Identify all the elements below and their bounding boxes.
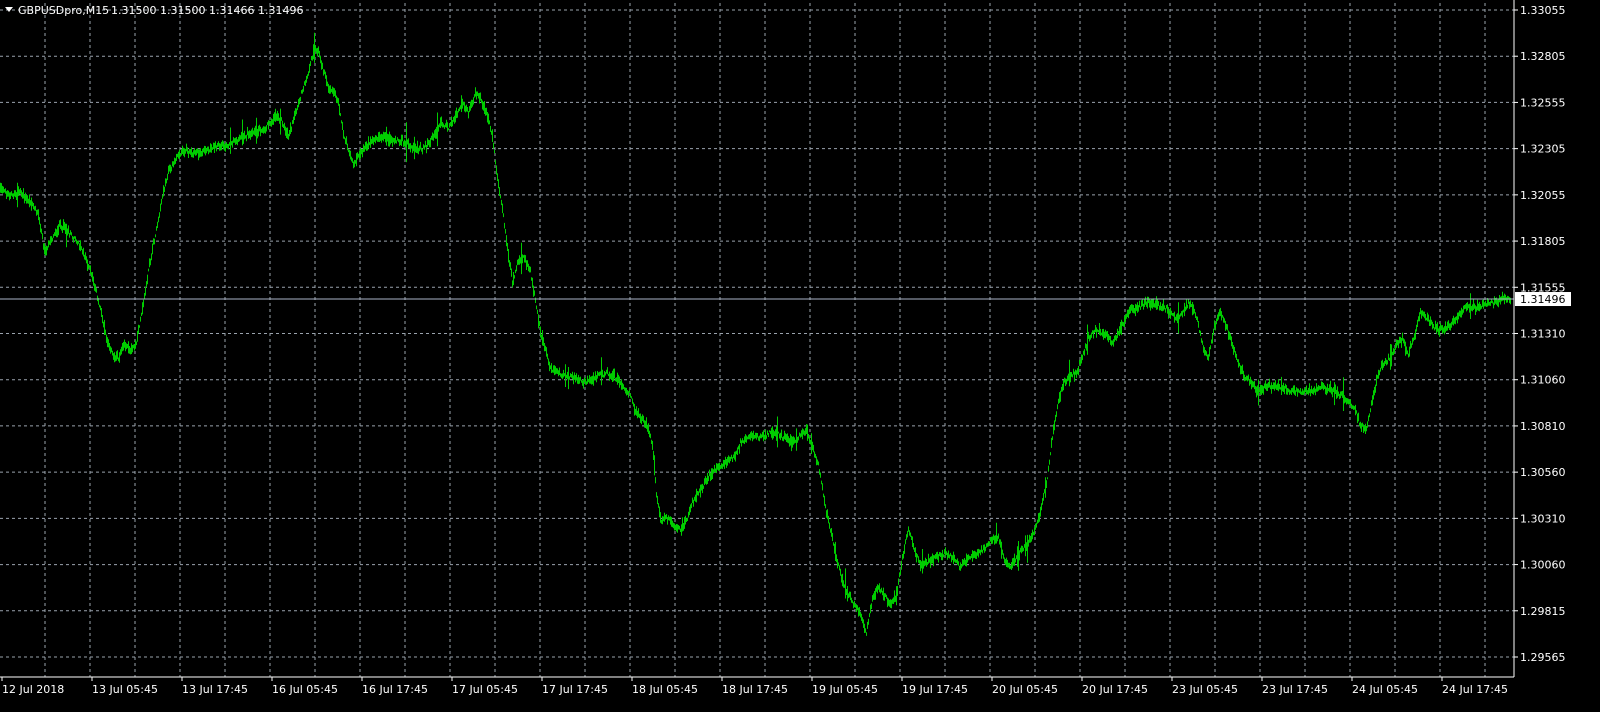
price-chart[interactable]: 1.31496 1.33055 1.32805 1.32555 1.32305 1.32… bbox=[0, 0, 1600, 712]
ohlc-bar-series bbox=[0, 32, 1511, 636]
ohlc-readout: 1.31500 1.31500 1.31466 1.31496 bbox=[111, 4, 303, 17]
y-tick-label: 1.30560 bbox=[1520, 466, 1566, 479]
y-tick-label: 1.31805 bbox=[1520, 235, 1566, 248]
x-tick-label: 20 Jul 17:45 bbox=[1082, 683, 1148, 696]
bid-line-layer: 1.31496 bbox=[0, 292, 1571, 307]
y-tick-label: 1.32555 bbox=[1520, 96, 1566, 109]
y-tick-label: 1.30060 bbox=[1520, 559, 1566, 572]
price-bars bbox=[0, 32, 1511, 636]
x-tick-label: 18 Jul 17:45 bbox=[722, 683, 788, 696]
y-tick-label: 1.32805 bbox=[1520, 50, 1566, 63]
x-tick-label: 23 Jul 05:45 bbox=[1172, 683, 1238, 696]
x-tick-label: 18 Jul 05:45 bbox=[632, 683, 698, 696]
y-tick-label: 1.31555 bbox=[1520, 281, 1566, 294]
x-tick-label: 16 Jul 17:45 bbox=[362, 683, 428, 696]
x-tick-label: 13 Jul 05:45 bbox=[92, 683, 158, 696]
y-tick-label: 1.29565 bbox=[1520, 651, 1566, 664]
x-tick-label: 13 Jul 17:45 bbox=[182, 683, 248, 696]
y-tick-label: 1.30810 bbox=[1520, 420, 1566, 433]
y-tick-label: 1.33055 bbox=[1520, 4, 1566, 17]
x-tick-label: 19 Jul 17:45 bbox=[902, 683, 968, 696]
x-tick-label: 24 Jul 05:45 bbox=[1352, 683, 1418, 696]
grid-lines bbox=[0, 3, 1514, 677]
x-tick-label: 24 Jul 17:45 bbox=[1442, 683, 1508, 696]
x-tick-label: 20 Jul 05:45 bbox=[992, 683, 1058, 696]
symbol-timeframe-label: GBPUSDpro,M15 bbox=[18, 4, 109, 17]
x-tick-label: 16 Jul 05:45 bbox=[272, 683, 338, 696]
x-tick-label: 17 Jul 17:45 bbox=[542, 683, 608, 696]
x-tick-label: 12 Jul 2018 bbox=[2, 683, 64, 696]
y-tick-label: 1.30310 bbox=[1520, 512, 1566, 525]
axes: 1.33055 1.32805 1.32555 1.32305 1.32055 1.318… bbox=[0, 0, 1566, 696]
y-tick-label: 1.29815 bbox=[1520, 605, 1566, 618]
x-tick-label: 23 Jul 17:45 bbox=[1262, 683, 1328, 696]
x-tick-label: 19 Jul 05:45 bbox=[812, 683, 878, 696]
current-price-label: 1.31496 bbox=[1520, 293, 1566, 306]
y-tick-label: 1.31060 bbox=[1520, 374, 1566, 387]
chart-canvas[interactable]: 1.31496 1.33055 1.32805 1.32555 1.32305 1.32… bbox=[0, 0, 1600, 712]
y-tick-label: 1.31310 bbox=[1520, 328, 1566, 341]
x-tick-label: 17 Jul 05:45 bbox=[452, 683, 518, 696]
chart-header: GBPUSDpro,M15 1.31500 1.31500 1.31466 1.… bbox=[5, 4, 303, 17]
y-tick-label: 1.32305 bbox=[1520, 143, 1566, 156]
y-tick-label: 1.32055 bbox=[1520, 189, 1566, 202]
